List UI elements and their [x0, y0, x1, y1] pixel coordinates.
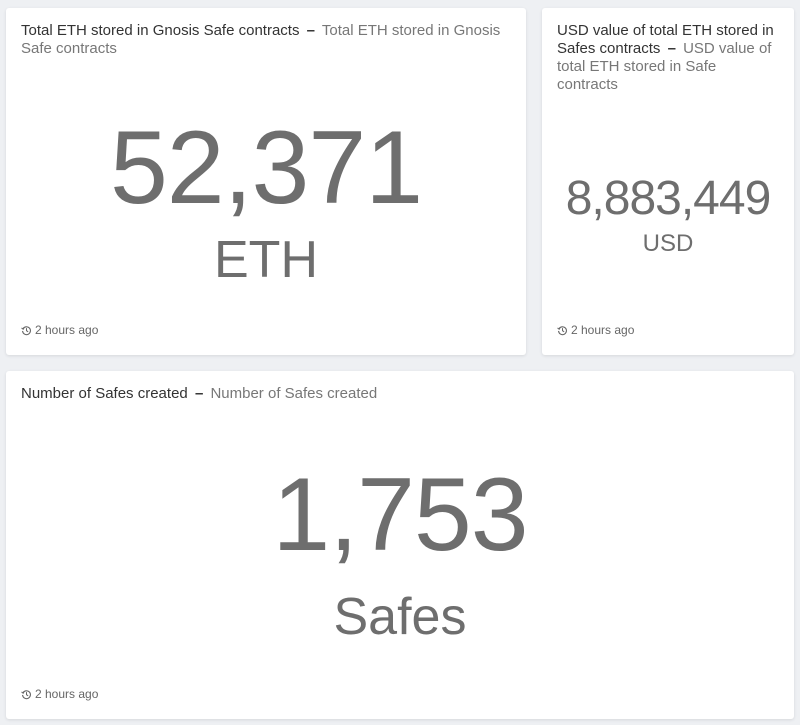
- title-separator: –: [306, 22, 315, 39]
- history-icon: [21, 689, 31, 699]
- history-icon: [21, 325, 31, 335]
- updated-text: 2 hours ago: [35, 323, 99, 337]
- counter-unit: USD: [642, 230, 694, 257]
- widget-title: USD value of total ETH stored in Safes c…: [557, 22, 779, 94]
- refresh-timestamp[interactable]: 2 hours ago: [21, 686, 98, 702]
- widget-description: Number of Safes created: [210, 385, 378, 402]
- counter-value: 8,883,449: [565, 172, 772, 225]
- counter-widget-safes-created: Number of Safes created – Number of Safe…: [6, 371, 794, 719]
- history-icon: [557, 325, 567, 335]
- updated-text: 2 hours ago: [35, 687, 99, 701]
- refresh-timestamp[interactable]: 2 hours ago: [557, 322, 634, 338]
- widget-title-text: Total ETH stored in Gnosis Safe contract…: [21, 22, 300, 39]
- widget-title: Total ETH stored in Gnosis Safe contract…: [21, 22, 511, 58]
- counter-widget-total-eth: Total ETH stored in Gnosis Safe contract…: [6, 8, 526, 355]
- title-separator: –: [194, 385, 204, 402]
- widget-title: Number of Safes created – Number of Safe…: [21, 385, 779, 403]
- counter-unit: Safes: [333, 588, 467, 646]
- title-separator: –: [667, 40, 676, 57]
- updated-text: 2 hours ago: [571, 323, 635, 337]
- counter-widget-usd-value: USD value of total ETH stored in Safes c…: [542, 8, 794, 355]
- refresh-timestamp[interactable]: 2 hours ago: [21, 322, 98, 338]
- counter-value: 1,753: [272, 457, 528, 573]
- widget-title-text: Number of Safes created: [21, 385, 188, 402]
- counter-unit: ETH: [214, 231, 318, 289]
- counter-value: 52,371: [109, 110, 423, 226]
